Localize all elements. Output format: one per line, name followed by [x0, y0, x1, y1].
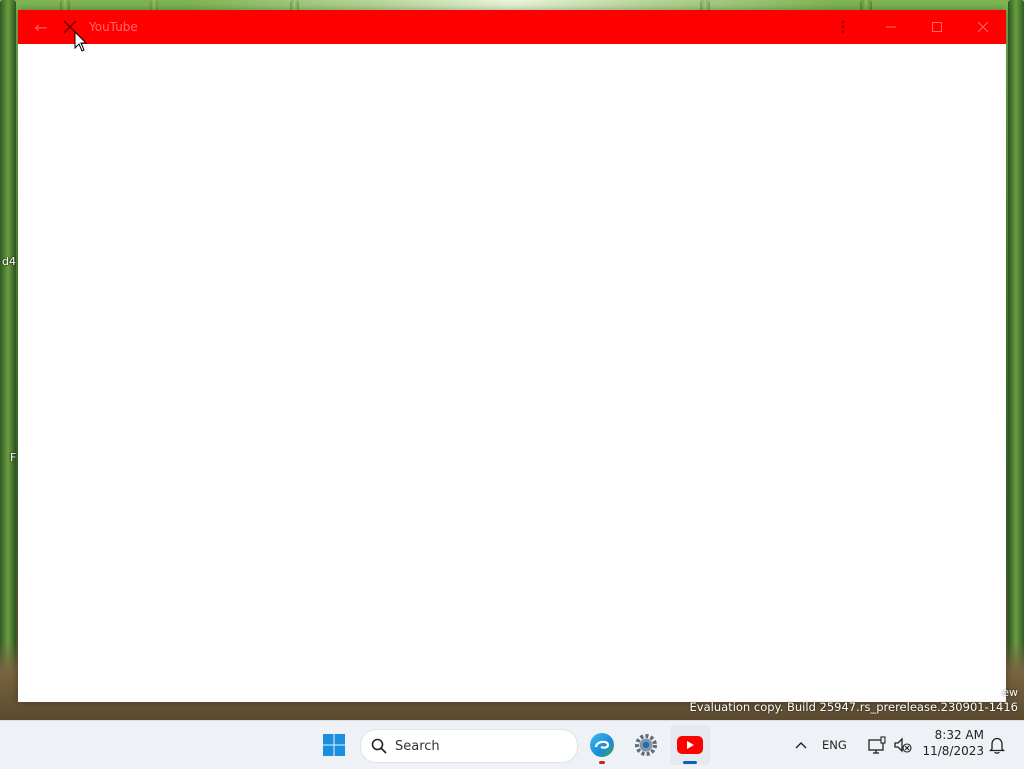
- maximize-icon: [932, 22, 942, 32]
- evaluation-watermark: Evaluation copy. Build 25947.rs_prerelea…: [689, 700, 1018, 714]
- active-app-indicator: [683, 761, 697, 764]
- edge-icon: [590, 733, 614, 757]
- youtube-taskbar-button[interactable]: [670, 725, 710, 765]
- more-options-button[interactable]: [828, 10, 858, 44]
- arrow-left-icon: ←: [34, 17, 48, 37]
- show-hidden-icons-button[interactable]: [790, 733, 812, 757]
- desktop-icon-label[interactable]: d4: [2, 255, 16, 268]
- settings-taskbar-button[interactable]: [626, 725, 666, 765]
- title-bar[interactable]: ← YouTube: [18, 10, 1006, 44]
- app-content-area: [18, 44, 1006, 702]
- start-button[interactable]: [314, 725, 354, 765]
- minimize-button[interactable]: [868, 10, 914, 44]
- notification-bell-icon[interactable]: [986, 733, 1008, 757]
- back-button[interactable]: ←: [26, 10, 56, 44]
- running-indicator: [599, 761, 605, 764]
- close-icon: [978, 22, 988, 32]
- watermark-text: ew: [1002, 686, 1018, 699]
- more-vertical-icon: [841, 20, 845, 34]
- desktop-icon-label[interactable]: F: [10, 451, 16, 464]
- system-clock[interactable]: 8:32 AM 11/8/2023: [920, 728, 984, 758]
- youtube-app-window: ← YouTube: [18, 10, 1006, 702]
- search-label: Search: [395, 738, 440, 754]
- search-icon: [371, 738, 387, 754]
- maximize-button[interactable]: [914, 10, 960, 44]
- edge-taskbar-button[interactable]: [582, 725, 622, 765]
- clock-date: 11/8/2023: [922, 744, 984, 758]
- clock-time: 8:32 AM: [934, 728, 984, 742]
- taskbar: Search ENG 8:32 AM 11/8/2023: [0, 720, 1024, 769]
- network-icon[interactable]: [866, 733, 888, 757]
- taskbar-search-box[interactable]: Search: [360, 729, 578, 763]
- speaker-muted-icon[interactable]: [892, 733, 914, 757]
- close-window-button[interactable]: [960, 10, 1006, 44]
- mouse-cursor-icon: [74, 31, 88, 52]
- chevron-up-icon: [795, 742, 807, 749]
- gear-icon: [635, 734, 657, 756]
- window-title: YouTube: [89, 20, 138, 34]
- language-indicator[interactable]: ENG: [822, 738, 847, 752]
- minimize-icon: [886, 26, 896, 28]
- youtube-icon: [677, 736, 703, 754]
- windows-start-icon: [323, 734, 345, 756]
